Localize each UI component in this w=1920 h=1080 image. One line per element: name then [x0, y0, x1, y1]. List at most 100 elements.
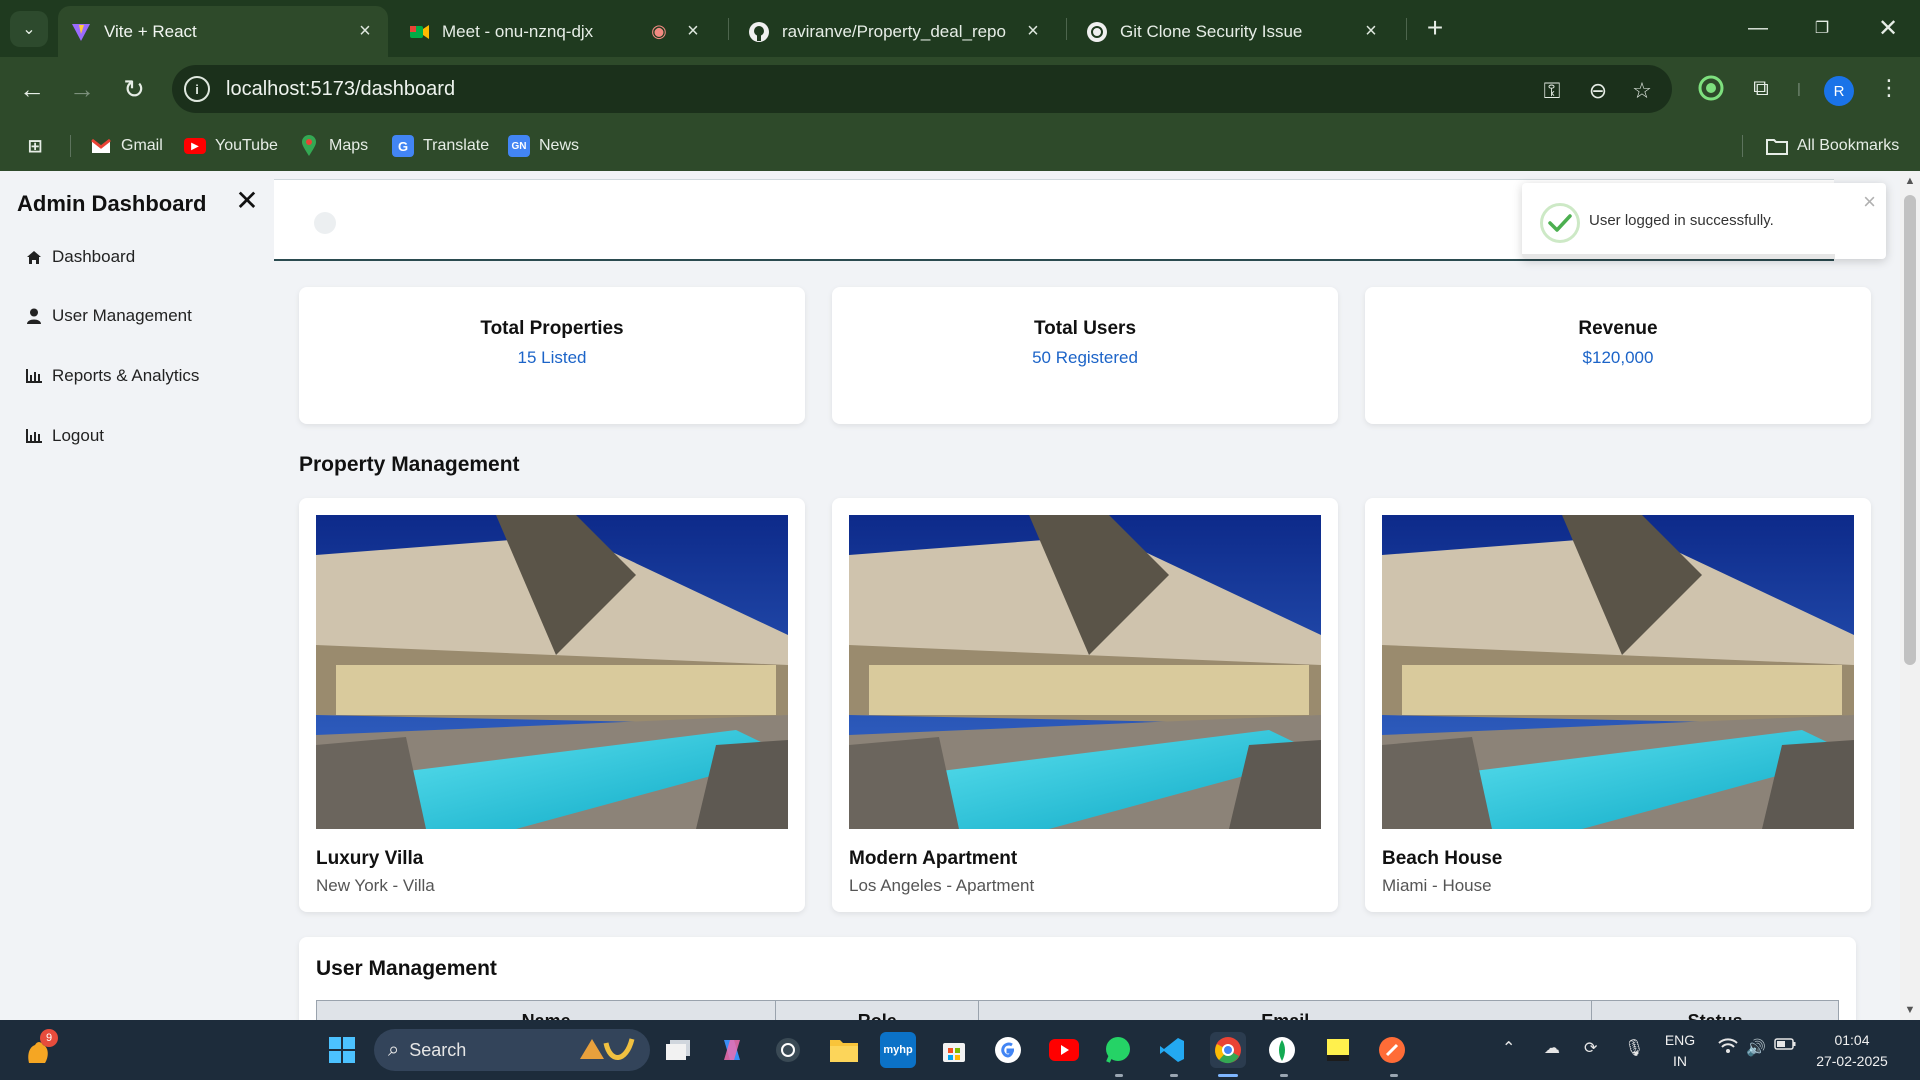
star-icon[interactable]: ☆ [1628, 77, 1656, 105]
sidebar-item-reports[interactable]: Reports & Analytics [25, 362, 199, 390]
page-scrollbar[interactable]: ▲ ▼ [1900, 171, 1920, 1020]
tab-github[interactable]: raviranve/Property_deal_repo × [736, 6, 1056, 57]
zoom-icon[interactable]: ⊖ [1584, 77, 1612, 105]
key-icon[interactable]: ⚿ [1538, 77, 1566, 105]
sidebar-item-label: Reports & Analytics [52, 366, 200, 385]
language-indicator[interactable]: ENG IN [1660, 1030, 1700, 1072]
restore-button[interactable]: ❐ [1802, 10, 1842, 46]
user-management-card: User Management Name Role Email Status [299, 937, 1856, 1020]
sticky-notes-icon[interactable] [1320, 1032, 1356, 1068]
bookmark-gmail[interactable]: Gmail [90, 133, 163, 159]
apps-button[interactable]: ⊞ [24, 133, 55, 159]
site-info-icon[interactable]: i [184, 76, 210, 102]
tab-search-button[interactable]: ⌄ [10, 11, 48, 47]
arrow-right-icon: → [69, 73, 95, 104]
profile-avatar[interactable]: R [1824, 76, 1854, 106]
bookmark-label: Translate [423, 137, 490, 154]
reload-button[interactable]: ↻ [116, 71, 152, 107]
close-icon[interactable]: × [354, 20, 376, 43]
postman-icon[interactable] [1374, 1032, 1410, 1068]
property-image[interactable] [1382, 515, 1854, 829]
google-icon[interactable] [990, 1032, 1026, 1068]
stat-label: Total Users [1033, 318, 1137, 339]
running-indicator [1280, 1074, 1288, 1077]
property-image[interactable] [849, 515, 1321, 829]
sidebar-item-label: User Management [52, 306, 192, 325]
stat-value: 15 Listed [517, 348, 587, 367]
property-card[interactable]: Modern Apartment Los Angeles - Apartment [832, 498, 1338, 912]
system-clock[interactable]: 01:04 27-02-2025 [1812, 1030, 1892, 1072]
back-button[interactable]: ← [14, 71, 50, 107]
main-content: Total Properties 15 Listed Total Users 5… [274, 171, 1900, 1020]
volume-icon[interactable]: 🔊 [1746, 1038, 1766, 1058]
onedrive-icon[interactable]: ☁ [1544, 1038, 1560, 1058]
start-button[interactable] [324, 1032, 360, 1068]
all-bookmarks-button[interactable]: All Bookmarks [1766, 133, 1899, 159]
close-icon[interactable]: × [682, 20, 704, 43]
property-image[interactable] [316, 515, 788, 829]
scrollbar-thumb[interactable] [1904, 195, 1916, 665]
mongodb-compass-icon[interactable] [1264, 1032, 1300, 1068]
notification-badge: 9 [40, 1029, 58, 1047]
sidebar-item-label: Dashboard [52, 247, 136, 266]
copilot-icon[interactable] [714, 1032, 750, 1068]
reload-icon: ↻ [123, 73, 145, 104]
sidebar-item-user-management[interactable]: User Management [25, 302, 192, 330]
show-hidden-icons[interactable]: ⌃ [1502, 1038, 1515, 1058]
apps-grid-icon: ⊞ [27, 135, 43, 156]
stat-value: $120,000 [1582, 348, 1654, 367]
bookmark-news[interactable]: GN News [508, 133, 579, 159]
vscode-icon[interactable] [1154, 1032, 1190, 1068]
property-card[interactable]: Luxury Villa New York - Villa [299, 498, 805, 912]
sidebar-item-logout[interactable]: Logout [25, 422, 104, 450]
close-icon[interactable]: × [1360, 20, 1382, 43]
scroll-up-arrow-icon[interactable]: ▲ [1903, 174, 1917, 188]
minimize-button[interactable]: — [1738, 10, 1778, 46]
stat-label: Total Properties [480, 318, 624, 339]
whatsapp-icon[interactable] [1100, 1032, 1136, 1068]
more-menu-icon[interactable]: ⋮ [1872, 71, 1906, 105]
bookmark-translate[interactable]: G Translate [392, 133, 489, 159]
forward-button[interactable]: → [64, 71, 100, 107]
chatgpt-app-icon[interactable] [770, 1032, 806, 1068]
sidebar-item-dashboard[interactable]: Dashboard [25, 243, 135, 271]
plus-icon: + [1426, 12, 1444, 43]
address-bar[interactable]: i localhost:5173/dashboard ⚿ ⊖ ☆ [172, 65, 1672, 113]
close-window-button[interactable]: ✕ [1868, 10, 1908, 46]
toast-progress-bar [1522, 254, 1836, 259]
maps-icon [298, 135, 320, 157]
sync-icon[interactable]: ⟳ [1584, 1038, 1597, 1058]
gmail-icon [90, 135, 112, 157]
region-code: IN [1673, 1053, 1687, 1069]
sidebar-close-button[interactable]: ✕ [232, 185, 262, 216]
toast-close-icon[interactable]: × [1863, 189, 1876, 215]
url-text[interactable]: localhost:5173/dashboard [226, 78, 455, 101]
tab-vite-react[interactable]: Vite + React × [58, 6, 388, 57]
battery-icon[interactable] [1774, 1038, 1796, 1050]
microphone-icon[interactable]: 🎙 [1624, 1038, 1644, 1058]
file-explorer-icon[interactable] [826, 1032, 862, 1068]
task-view-icon[interactable] [660, 1032, 696, 1068]
tab-chatgpt[interactable]: Git Clone Security Issue × [1074, 6, 1394, 57]
tab-meet[interactable]: Meet - onu-nznq-djx ◉ × [396, 6, 716, 57]
new-tab-button[interactable]: + [1420, 12, 1450, 43]
search-icon: ⌕ [388, 1038, 400, 1061]
scroll-down-arrow-icon[interactable]: ▼ [1903, 1003, 1917, 1017]
bookmarks-bar: ⊞ Gmail ▶ YouTube Maps G Translate GN Ne… [0, 121, 1920, 171]
youtube-icon: ▶ [184, 138, 206, 154]
close-icon[interactable]: × [1022, 20, 1044, 43]
myhp-icon[interactable]: myhp [880, 1032, 916, 1068]
tab-title: Meet - onu-nznq-djx [442, 21, 594, 41]
extension-target-icon[interactable] [1694, 71, 1728, 105]
wifi-icon[interactable] [1718, 1038, 1738, 1054]
chrome-icon[interactable] [1210, 1032, 1246, 1068]
bookmark-maps[interactable]: Maps [298, 133, 368, 159]
property-card[interactable]: Beach House Miami - House [1365, 498, 1871, 912]
youtube-app-icon[interactable] [1046, 1032, 1082, 1068]
extensions-icon[interactable]: ⧉ [1744, 71, 1778, 105]
bookmark-youtube[interactable]: ▶ YouTube [184, 133, 278, 159]
news-icon: GN [508, 135, 530, 157]
menu-toggle-icon[interactable] [314, 212, 336, 234]
taskbar-search[interactable]: ⌕ Search [374, 1029, 650, 1071]
store-icon[interactable] [936, 1032, 972, 1068]
